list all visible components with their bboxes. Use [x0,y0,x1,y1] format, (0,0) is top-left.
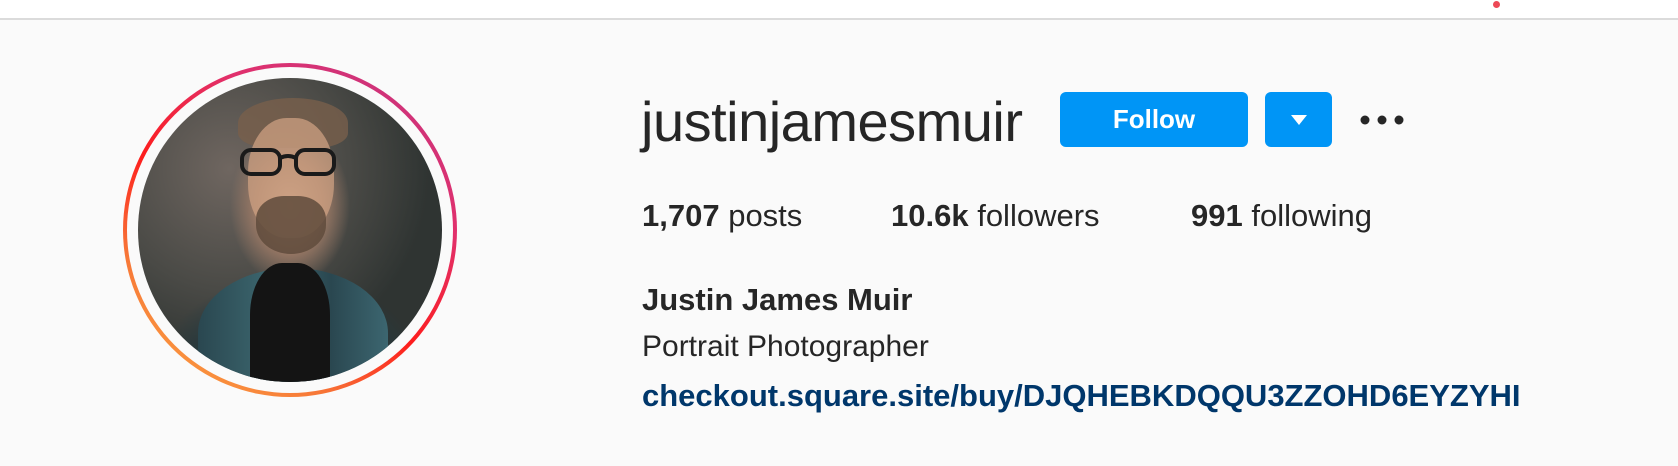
posts-label: posts [728,198,803,233]
followers-count: 10.6k [891,198,969,233]
caret-down-icon [1290,114,1307,125]
profile-website-link[interactable]: checkout.square.site/buy/DJQHEBKDQQU3ZZO… [642,378,1521,414]
more-horizontal-icon [1360,115,1404,125]
avatar-glasses [240,148,336,176]
profile-avatar[interactable] [138,78,442,382]
following-count: 991 [1191,198,1243,233]
stat-posts: 1,707 posts [642,198,802,234]
avatar-beard [256,196,326,254]
story-ring[interactable] [123,63,457,397]
following-label: following [1251,198,1372,233]
profile-full-name: Justin James Muir [642,282,913,317]
posts-count: 1,707 [642,198,720,233]
profile-username: justinjamesmuir [641,90,1023,153]
suggested-accounts-dropdown-button[interactable] [1265,92,1332,147]
stat-followers[interactable]: 10.6k followers [891,198,1100,234]
more-options-button[interactable] [1356,100,1408,140]
notification-dot-icon [1493,1,1500,8]
top-navigation-bar [0,0,1678,20]
profile-bio: Portrait Photographer [642,330,929,363]
stat-following[interactable]: 991 following [1191,198,1372,234]
avatar-tshirt [250,263,330,382]
avatar-gap [127,67,453,393]
followers-label: followers [977,198,1100,233]
follow-button[interactable]: Follow [1060,92,1248,147]
